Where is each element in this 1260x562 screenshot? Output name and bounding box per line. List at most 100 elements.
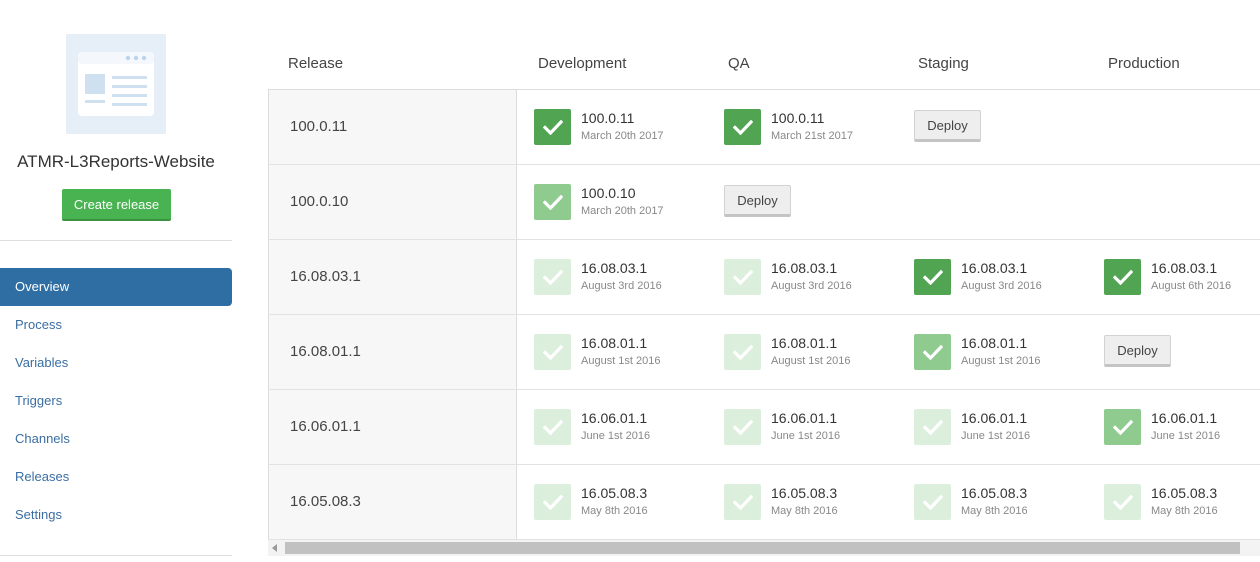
checkmark-icon[interactable] xyxy=(724,259,761,295)
checkmark-icon[interactable] xyxy=(534,409,571,445)
deployment-date: June 1st 2016 xyxy=(581,430,651,442)
table-row: 100.0.11 100.0.11 March 20th 2017 100.0.11 M… xyxy=(268,90,1260,165)
deployment-date: August 3rd 2016 xyxy=(771,280,852,292)
checkmark-icon[interactable] xyxy=(724,334,761,370)
release-version-link[interactable]: 16.08.03.1 xyxy=(268,240,517,314)
env-cell-production: 16.08.03.1 August 6th 2016 xyxy=(1088,240,1260,314)
deployment-version[interactable]: 16.08.03.1 xyxy=(581,260,647,276)
header-release: Release xyxy=(288,55,344,72)
deployment-date: March 20th 2017 xyxy=(581,205,664,217)
header-staging: Staging xyxy=(918,55,969,72)
nav-item-process[interactable]: Process xyxy=(0,306,232,344)
env-cell-staging: 16.08.01.1 August 1st 2016 xyxy=(898,315,1088,389)
deployment-version[interactable]: 16.05.08.3 xyxy=(1151,485,1217,501)
checkmark-icon[interactable] xyxy=(724,409,761,445)
release-version-link[interactable]: 16.08.01.1 xyxy=(268,315,517,389)
deployment-version[interactable]: 16.05.08.3 xyxy=(771,485,837,501)
project-name: ATMR-L3Reports-Website xyxy=(17,152,215,171)
env-cell-production: 16.06.01.1 June 1st 2016 xyxy=(1088,390,1260,464)
sidebar-divider xyxy=(0,240,232,241)
deployment-date: August 3rd 2016 xyxy=(961,280,1042,292)
nav-item-triggers[interactable]: Triggers xyxy=(0,382,232,420)
scrollbar-thumb[interactable] xyxy=(285,542,1240,554)
env-cell-development: 16.08.01.1 August 1st 2016 xyxy=(518,315,708,389)
deployment-date: June 1st 2016 xyxy=(961,430,1031,442)
deployment-date: May 8th 2016 xyxy=(961,505,1028,517)
checkmark-icon[interactable] xyxy=(534,484,571,520)
deployment-date: June 1st 2016 xyxy=(1151,430,1221,442)
env-cell-development: 16.06.01.1 June 1st 2016 xyxy=(518,390,708,464)
release-version-link[interactable]: 100.0.10 xyxy=(268,165,517,239)
env-cell-staging: Deploy xyxy=(898,90,1088,164)
checkmark-icon[interactable] xyxy=(914,409,951,445)
deployment-version[interactable]: 16.05.08.3 xyxy=(581,485,647,501)
deployment-date: August 3rd 2016 xyxy=(581,280,662,292)
checkmark-icon[interactable] xyxy=(534,109,571,145)
checkmark-icon[interactable] xyxy=(1104,259,1141,295)
deployment-version[interactable]: 100.0.10 xyxy=(581,185,636,201)
table-row: 16.08.01.1 16.08.01.1 August 1st 2016 16.08… xyxy=(268,315,1260,390)
deployment-date: May 8th 2016 xyxy=(1151,505,1218,517)
checkmark-icon[interactable] xyxy=(724,109,761,145)
deployment-version[interactable]: 16.08.03.1 xyxy=(771,260,837,276)
deployment-version[interactable]: 16.06.01.1 xyxy=(581,410,647,426)
env-cell-development: 16.08.03.1 August 3rd 2016 xyxy=(518,240,708,314)
deploy-button[interactable]: Deploy xyxy=(724,185,791,217)
deployment-date: May 8th 2016 xyxy=(581,505,648,517)
env-cell-production: 16.05.08.3 May 8th 2016 xyxy=(1088,465,1260,539)
deploy-button[interactable]: Deploy xyxy=(1104,335,1171,367)
deployment-version[interactable]: 16.08.01.1 xyxy=(581,335,647,351)
release-dashboard: Release Development QA Staging Productio… xyxy=(268,0,1260,562)
deployment-version[interactable]: 16.06.01.1 xyxy=(1151,410,1217,426)
checkmark-icon[interactable] xyxy=(914,259,951,295)
nav-item-overview[interactable]: Overview xyxy=(0,268,232,306)
table-row: 16.08.03.1 16.08.03.1 August 3rd 2016 16.08… xyxy=(268,240,1260,315)
deployment-version[interactable]: 16.08.03.1 xyxy=(961,260,1027,276)
deployment-version[interactable]: 16.06.01.1 xyxy=(771,410,837,426)
sidebar: ATMR-L3Reports-Website Create release Ov… xyxy=(0,0,232,562)
env-cell-production: Deploy xyxy=(1088,315,1260,389)
deployment-date: August 6th 2016 xyxy=(1151,280,1232,292)
deployment-version[interactable]: 16.06.01.1 xyxy=(961,410,1027,426)
env-cell-qa: 100.0.11 March 21st 2017 xyxy=(708,90,898,164)
release-version-link[interactable]: 100.0.11 xyxy=(268,90,517,164)
header-production: Production xyxy=(1108,55,1180,72)
table-row: 16.06.01.1 16.06.01.1 June 1st 2016 16.06.0… xyxy=(268,390,1260,465)
release-version-link[interactable]: 16.05.08.3 xyxy=(268,465,517,539)
deployment-version[interactable]: 16.08.01.1 xyxy=(961,335,1027,351)
checkmark-icon[interactable] xyxy=(534,259,571,295)
deployment-date: August 1st 2016 xyxy=(961,355,1041,367)
checkmark-icon[interactable] xyxy=(914,484,951,520)
deployment-version[interactable]: 16.05.08.3 xyxy=(961,485,1027,501)
release-version-link[interactable]: 16.06.01.1 xyxy=(268,390,517,464)
nav-item-releases[interactable]: Releases xyxy=(0,458,232,496)
checkmark-icon[interactable] xyxy=(534,184,571,220)
create-release-button[interactable]: Create release xyxy=(62,189,171,221)
deployment-date: March 20th 2017 xyxy=(581,130,664,142)
nav-item-variables[interactable]: Variables xyxy=(0,344,232,382)
env-cell-qa: 16.06.01.1 June 1st 2016 xyxy=(708,390,898,464)
project-nav: Overview Process Variables Triggers Chan… xyxy=(0,268,232,534)
checkmark-icon[interactable] xyxy=(534,334,571,370)
env-cell-production xyxy=(1088,165,1260,239)
nav-item-settings[interactable]: Settings xyxy=(0,496,232,534)
checkmark-icon[interactable] xyxy=(914,334,951,370)
env-cell-production xyxy=(1088,90,1260,164)
checkmark-icon[interactable] xyxy=(724,484,761,520)
env-cell-staging: 16.06.01.1 June 1st 2016 xyxy=(898,390,1088,464)
table-row: 100.0.10 100.0.10 March 20th 2017 Deploy xyxy=(268,165,1260,240)
deploy-button[interactable]: Deploy xyxy=(914,110,981,142)
env-cell-qa: 16.08.03.1 August 3rd 2016 xyxy=(708,240,898,314)
deployment-version[interactable]: 100.0.11 xyxy=(771,110,824,126)
deployment-version[interactable]: 16.08.03.1 xyxy=(1151,260,1217,276)
checkmark-icon[interactable] xyxy=(1104,409,1141,445)
chevron-left-icon[interactable] xyxy=(272,544,277,552)
checkmark-icon[interactable] xyxy=(1104,484,1141,520)
deployment-version[interactable]: 16.08.01.1 xyxy=(771,335,837,351)
header-development: Development xyxy=(538,55,627,72)
deployment-date: June 1st 2016 xyxy=(771,430,841,442)
nav-item-channels[interactable]: Channels xyxy=(0,420,232,458)
horizontal-scrollbar[interactable] xyxy=(268,540,1260,556)
deployment-version[interactable]: 100.0.11 xyxy=(581,110,634,126)
table-header: Release Development QA Staging Productio… xyxy=(268,0,1260,89)
